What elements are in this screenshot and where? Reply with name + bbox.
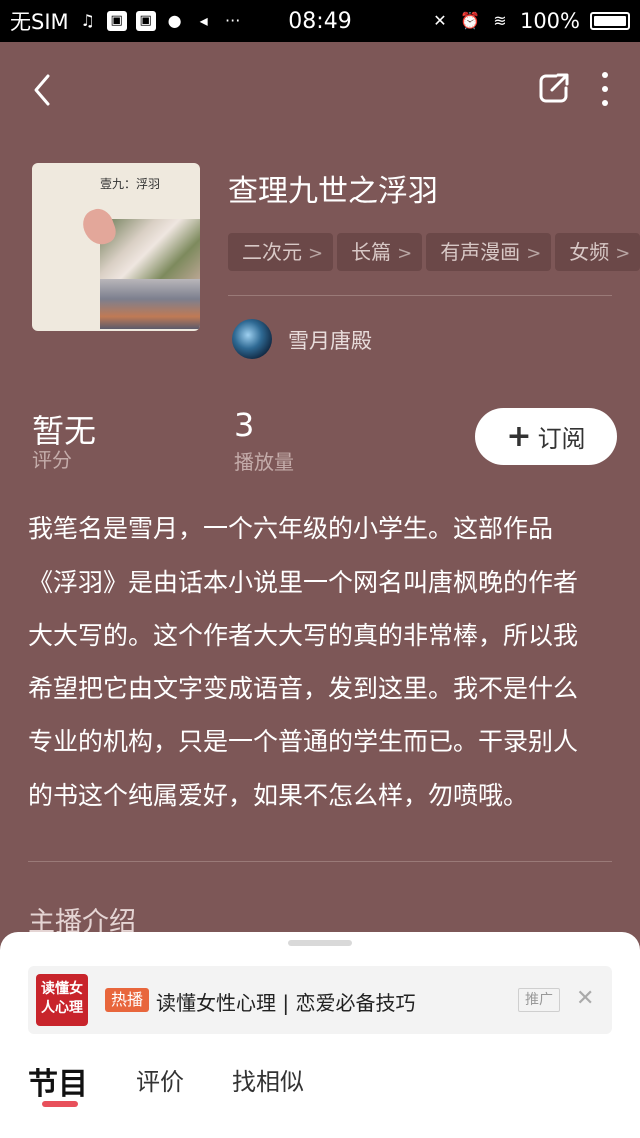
book-title: 查理九世之浮羽 [228,174,438,209]
chevron-right-icon: > [526,243,542,264]
volume-icon: ◂ [199,11,208,30]
play-count-value: 3 [234,406,255,444]
book-cover[interactable]: 壹九：浮羽 [32,163,200,331]
promo-banner[interactable]: 读懂女人心理 热播 读懂女性心理 | 恋爱必备技巧 推广 ✕ [28,966,612,1034]
description-line: 我笔名是雪月，一个六年级的小学生。这部作品 [28,514,554,543]
subscribe-label: 订阅 [537,425,586,453]
subscribe-button[interactable]: + 订阅 [475,408,617,465]
tab-episodes[interactable]: 节目 [28,1059,88,1103]
music-icon: ♫ [80,11,95,30]
alarm-icon: ⏰ [459,11,480,30]
promo-logo: 读懂女人心理 [36,974,88,1026]
promo-text: 读懂女性心理 | 恋爱必备技巧 [156,991,416,1015]
tag-label: 二次元 [242,240,302,264]
description-line: 希望把它由文字变成语音，发到这里。我不是什么 [28,674,579,703]
carrier-label: 无SIM [10,10,69,34]
tag-item[interactable]: 长篇 > [337,233,423,271]
cover-seascape-image [100,279,200,329]
chevron-right-icon: > [308,243,324,264]
status-bar: 无SIM ♫ ▣ ▣ ● ◂ ··· 08:49 ✕ ⏰ ≋ 100% [0,0,640,42]
play-count-label: 播放量 [234,450,294,474]
battery-percent: 100% [519,9,580,33]
rating-label: 评分 [32,448,72,472]
description-line: 《浮羽》是由话本小说里一个网名叫唐枫晚的作者 [28,568,579,597]
chevron-right-icon: > [397,243,413,264]
planet-icon: ● [167,11,182,30]
hot-badge: 热播 [105,988,150,1012]
more-notifications-icon: ··· [225,11,241,30]
close-icon[interactable]: ✕ [576,986,594,1011]
active-tab-indicator [42,1101,78,1107]
tag-item[interactable]: 有声漫画 > [426,233,552,271]
top-nav [0,60,640,116]
shopping-bag-icon: ▣ [106,11,127,31]
bottom-sheet: 读懂女人心理 热播 读懂女性心理 | 恋爱必备技巧 推广 ✕ [0,932,640,1138]
ad-label: 推广 [518,988,560,1012]
chevron-right-icon: > [615,243,631,264]
store-icon: ▣ [135,11,156,31]
more-options-icon[interactable] [590,66,620,112]
tab-similar[interactable]: 找相似 [232,1062,304,1097]
battery-icon [590,12,630,30]
tag-label: 有声漫画 [440,240,521,264]
tag-item[interactable]: 二次元 > [228,233,334,271]
mute-icon: ✕ [433,11,447,30]
description-line: 专业的机构，只是一个普通的学生而已。干录别人 [28,727,579,756]
author-name[interactable]: 雪月唐殿 [288,325,372,355]
plus-icon: + [506,418,532,454]
tab-reviews[interactable]: 评价 [136,1062,184,1097]
wifi-icon: ≋ [493,11,507,30]
tag-list: 二次元 > 长篇 > 有声漫画 > 女频 > [228,233,640,271]
back-icon[interactable] [26,64,66,112]
author-avatar[interactable] [232,319,272,359]
tag-label: 长篇 [351,240,392,264]
tag-label: 女频 [569,240,610,264]
tag-item[interactable]: 女频 > [555,233,640,271]
description-line: 大大写的。这个作者大大写的真的非常棒，所以我 [28,621,579,650]
share-icon[interactable] [536,70,572,106]
drag-handle[interactable] [288,940,352,946]
cover-title: 壹九：浮羽 [100,177,161,191]
description-line: 的书这个纯属爱好，如果不怎么样，勿喷哦。 [28,781,529,810]
divider [28,861,612,862]
divider [228,295,612,296]
